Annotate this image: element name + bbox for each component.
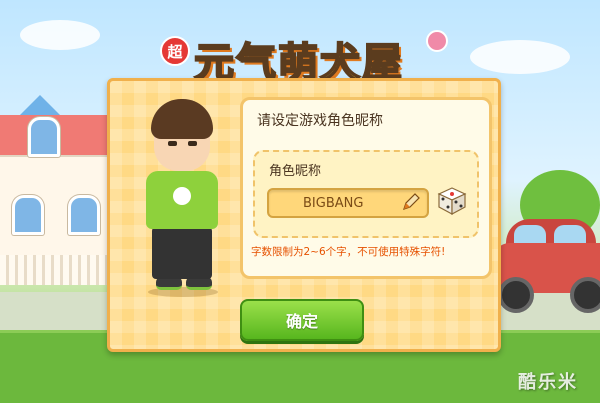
nickname-rule-text: 字数限制为2~6个字，不可使用特殊字符! xyxy=(251,246,446,258)
confirm-button[interactable]: 确定 xyxy=(240,299,364,341)
logo-badge: 超 xyxy=(160,36,190,66)
pencil-icon[interactable] xyxy=(401,192,421,212)
dice-icon[interactable] xyxy=(437,186,467,216)
nickname-panel: 请设定游戏角色昵称 角色昵称 BIGBANG 字数限制为2~6个字，不可使用特殊… xyxy=(240,97,492,279)
nickname-dialog: 请设定游戏角色昵称 角色昵称 BIGBANG 字数限制为2~6个字，不可使用特殊… xyxy=(107,78,501,352)
red-car xyxy=(492,215,600,313)
dialog-prompt: 请设定游戏角色昵称 xyxy=(257,113,383,129)
watermark: 酷乐米 xyxy=(518,372,578,393)
cloud xyxy=(20,20,100,50)
nickname-label: 角色昵称 xyxy=(269,164,322,179)
cloud xyxy=(470,40,570,74)
character-avatar xyxy=(128,99,238,299)
paw-icon xyxy=(426,30,448,52)
nickname-box: 角色昵称 xyxy=(253,150,479,238)
